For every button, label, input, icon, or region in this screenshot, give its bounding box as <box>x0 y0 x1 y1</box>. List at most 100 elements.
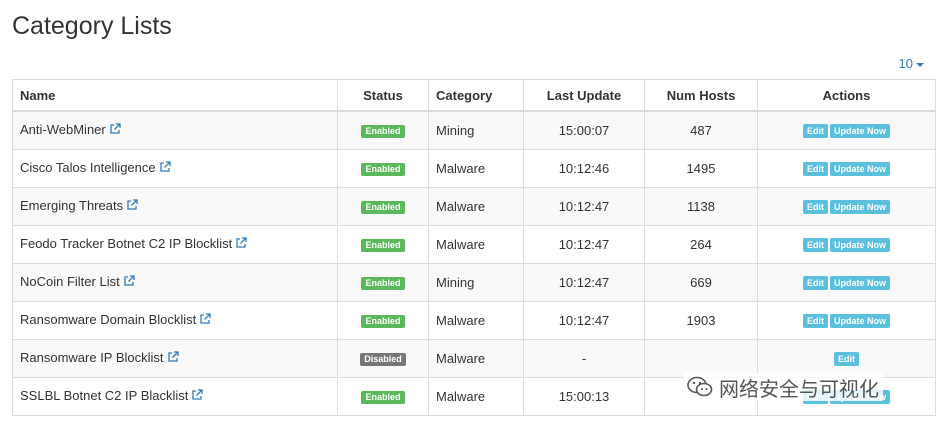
column-header-name[interactable]: Name <box>12 79 338 112</box>
page-size-dropdown[interactable]: 10 <box>899 56 924 71</box>
cell-last-update: 10:12:46 <box>523 148 645 188</box>
edit-button[interactable]: Edit <box>802 314 828 328</box>
cell-status: Enabled <box>337 186 429 226</box>
cell-category: Malware <box>428 186 524 226</box>
cell-status: Enabled <box>337 148 429 188</box>
cell-actions: Edit <box>757 338 936 378</box>
list-name: Ransomware Domain Blocklist <box>20 312 197 327</box>
table-row: NoCoin Filter List Enabled Mining 10:12:47 6… <box>12 262 936 302</box>
cell-num-hosts: 487 <box>644 110 758 150</box>
list-name: Anti-WebMiner <box>20 122 106 138</box>
cell-category: Mining <box>428 262 524 302</box>
external-link-icon[interactable] <box>126 199 138 214</box>
external-link-icon[interactable] <box>199 313 211 328</box>
cell-category: Malware <box>428 224 524 264</box>
status-badge: Enabled <box>361 277 405 290</box>
table-row: Ransomware IP Blocklist Disabled Malware - E… <box>12 338 936 378</box>
page-size-value: 10 <box>898 56 913 71</box>
cell-actions: EditUpdate Now <box>757 300 936 340</box>
status-badge: Enabled <box>361 239 405 252</box>
edit-button[interactable]: Edit <box>802 276 828 290</box>
cell-last-update: 10:12:47 <box>523 186 645 226</box>
cell-name: NoCoin Filter List <box>12 262 338 302</box>
list-name: SSLBL Botnet C2 IP Blacklist <box>20 388 189 403</box>
cell-category: Malware <box>428 338 524 378</box>
edit-button[interactable]: Edit <box>802 238 828 252</box>
column-header-num-hosts[interactable]: Num Hosts <box>644 79 758 112</box>
cell-actions: EditUpdate Now <box>757 148 936 188</box>
table-row: Feodo Tracker Botnet C2 IP Blocklist Enab… <box>12 224 936 264</box>
cell-name: Ransomware Domain Blocklist <box>12 300 338 340</box>
cell-num-hosts: 1903 <box>644 300 758 340</box>
edit-button[interactable]: Edit <box>834 352 859 366</box>
update-now-button[interactable]: Update Now <box>829 238 890 252</box>
cell-status: Enabled <box>337 110 429 150</box>
cell-status: Enabled <box>337 262 429 302</box>
table-row: Cisco Talos Intelligence Enabled Malware 10… <box>12 148 936 188</box>
category-lists-table: Name Status Category Last Update Num Hos… <box>12 79 936 416</box>
list-name: Emerging Threats <box>20 198 124 213</box>
update-now-button[interactable]: Update Now <box>829 200 890 214</box>
cell-category: Malware <box>428 376 524 416</box>
column-header-category[interactable]: Category <box>428 79 524 112</box>
table-row: Ransomware Domain Blocklist Enabled Malwar… <box>12 300 936 340</box>
cell-num-hosts: 264 <box>644 224 758 264</box>
update-now-button[interactable]: Update Now <box>829 162 890 176</box>
cell-num-hosts: 1495 <box>644 148 758 188</box>
cell-last-update: 15:00:07 <box>523 110 645 150</box>
cell-status: Enabled <box>337 376 429 416</box>
edit-button[interactable]: Edit <box>802 162 828 176</box>
update-now-button[interactable]: Update Now <box>829 276 890 290</box>
table-row: Emerging Threats Enabled Malware 10:12:47 11… <box>12 186 936 226</box>
cell-category: Malware <box>428 148 524 188</box>
edit-button[interactable]: Edit <box>802 200 828 214</box>
cell-category: Malware <box>428 300 524 340</box>
external-link-icon[interactable] <box>109 123 121 138</box>
cell-category: Mining <box>428 110 524 150</box>
cell-last-update: 10:12:47 <box>523 262 645 302</box>
status-badge: Enabled <box>361 163 405 176</box>
list-name: Feodo Tracker Botnet C2 IP Blocklist <box>20 236 233 251</box>
update-now-button[interactable]: Update Now <box>829 124 890 139</box>
update-now-button[interactable]: Update Now <box>829 314 890 328</box>
external-link-icon[interactable] <box>123 275 135 290</box>
status-badge: Disabled <box>360 353 406 366</box>
column-header-actions: Actions <box>757 79 936 112</box>
cell-num-hosts: 669 <box>644 262 758 302</box>
cell-actions: EditUpdate Now <box>757 224 936 264</box>
cell-actions: EditUpdate Now <box>757 186 936 226</box>
status-badge: Enabled <box>361 125 405 139</box>
cell-name: Anti-WebMiner <box>12 110 338 150</box>
cell-last-update: 10:12:47 <box>523 300 645 340</box>
external-link-icon[interactable] <box>191 389 204 404</box>
column-header-status[interactable]: Status <box>337 79 429 112</box>
list-name: NoCoin Filter List <box>20 274 120 289</box>
cell-last-update: 15:00:13 <box>523 376 645 416</box>
table-row: Anti-WebMiner Enabled Mining 15:00:07 487 Edi… <box>12 110 936 150</box>
cell-actions: EditUpdate Now <box>757 110 936 150</box>
status-badge: Enabled <box>361 201 405 214</box>
cell-status: Enabled <box>337 224 429 264</box>
watermark: 网络安全与可视化 <box>683 373 883 401</box>
status-badge: Enabled <box>361 315 405 328</box>
cell-name: Cisco Talos Intelligence <box>12 148 338 188</box>
cell-num-hosts: 1138 <box>644 186 758 226</box>
page-title: Category Lists <box>12 12 172 40</box>
edit-button[interactable]: Edit <box>802 124 828 139</box>
external-link-icon[interactable] <box>235 237 247 252</box>
cell-name: SSLBL Botnet C2 IP Blacklist <box>12 376 338 416</box>
caret-down-icon <box>916 62 924 67</box>
wechat-icon <box>687 376 713 397</box>
external-link-icon[interactable] <box>167 351 179 366</box>
cell-name: Emerging Threats <box>12 186 338 226</box>
status-badge: Enabled <box>361 391 405 404</box>
external-link-icon[interactable] <box>159 161 171 176</box>
cell-name: Feodo Tracker Botnet C2 IP Blocklist <box>12 224 338 264</box>
cell-num-hosts <box>644 338 758 378</box>
cell-name: Ransomware IP Blocklist <box>12 338 338 378</box>
table-header-row: Name Status Category Last Update Num Hos… <box>12 79 936 112</box>
column-header-last-update[interactable]: Last Update <box>523 79 645 112</box>
watermark-text: 网络安全与可视化 <box>719 378 879 401</box>
cell-last-update: 10:12:47 <box>523 224 645 264</box>
cell-actions: EditUpdate Now <box>757 262 936 302</box>
